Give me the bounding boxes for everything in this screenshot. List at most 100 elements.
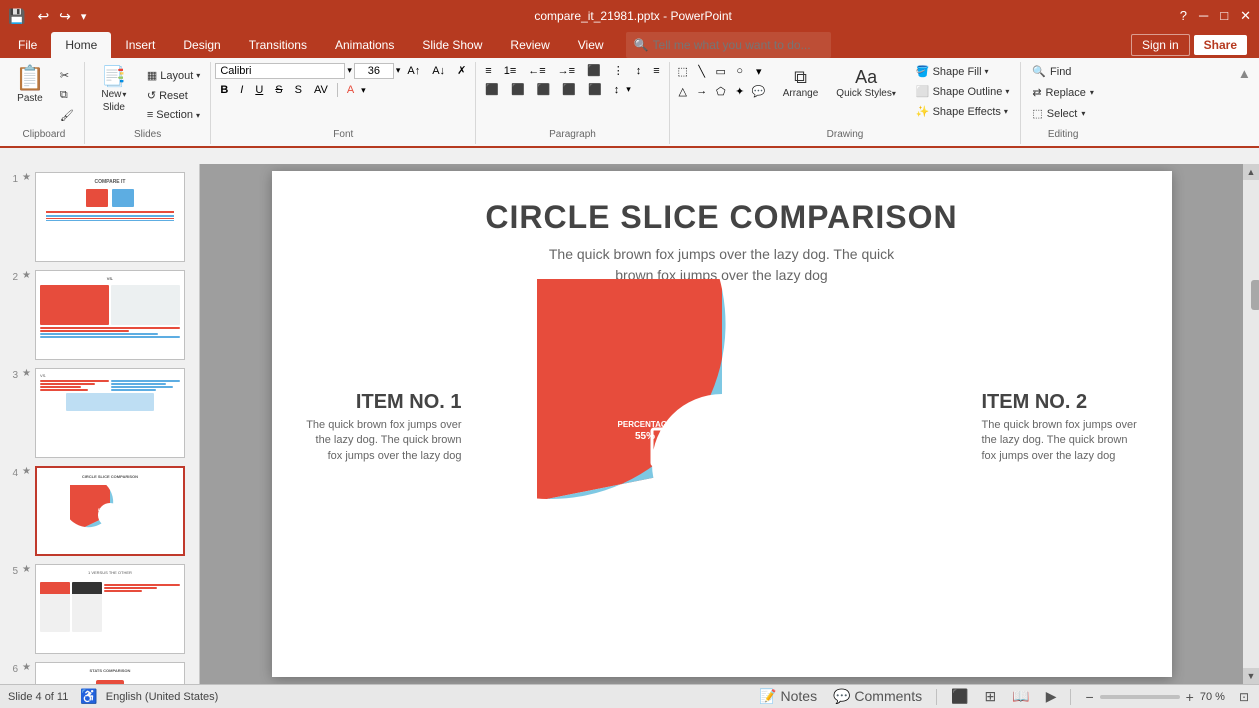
help-icon[interactable]: ? [1180,8,1187,24]
minimize-btn[interactable]: ─ [1199,8,1208,24]
slide-thumbnail-2[interactable]: 2 ★ VS. [4,270,195,360]
font-size-dropdown-icon[interactable]: ▾ [396,65,401,76]
font-name-dropdown-icon[interactable]: ▾ [347,65,352,76]
text-shadow-button[interactable]: S [290,82,307,98]
normal-view-button[interactable]: ⬛ [949,686,970,707]
tab-home[interactable]: Home [51,32,111,58]
shape-effects-button[interactable]: ✨ Shape Effects ▾ [909,102,1016,121]
text-direction-button[interactable]: ↕ [631,63,647,79]
font-size-input[interactable] [354,63,394,79]
bold-button[interactable]: B [215,82,233,98]
find-button[interactable]: 🔍 Find [1025,62,1101,81]
reading-view-button[interactable]: 📖 [1010,686,1031,707]
bullets-button[interactable]: ≡ [480,63,496,79]
smart-art-button[interactable]: ⬛ [582,62,606,79]
font-name-input[interactable] [215,63,345,79]
layout-button[interactable]: ▦ Layout ▾ [141,66,206,85]
vertical-scrollbar[interactable]: ▲ ▼ [1243,164,1259,684]
tab-insert[interactable]: Insert [111,32,169,58]
select-button[interactable]: ⬚ Select ▾ [1025,104,1101,123]
strikethrough-button[interactable]: S [270,82,287,98]
paste-button[interactable]: 📋 Paste [8,62,52,109]
share-button[interactable]: Share [1194,35,1247,55]
canvas-area[interactable]: CIRCLE SLICE COMPARISON The quick brown … [200,164,1243,684]
columns-button[interactable]: ⋮ [608,62,629,79]
line-spacing-button[interactable]: ↕ [609,82,625,98]
scroll-up-arrow[interactable]: ▲ [1243,164,1259,180]
tab-file[interactable]: File [4,32,51,58]
save-icon[interactable]: 💾 [8,8,25,25]
notes-button[interactable]: 📝 Notes [757,686,819,707]
zoom-in-button[interactable]: + [1184,687,1196,707]
clear-format-button[interactable]: ✗ [452,62,471,79]
new-slide-button[interactable]: 📑 New▾ Slide [89,62,139,118]
star-tool[interactable]: ✦ [731,82,749,100]
collapse-ribbon-button[interactable]: ▲ [1234,62,1255,85]
line-spacing-dropdown-icon[interactable]: ▾ [626,84,631,95]
slide-thumbnail-5[interactable]: 5 ★ 1 VERSUS THE OTHER [4,564,195,654]
align-right-button[interactable]: ⬛ [532,81,556,98]
copy-button[interactable]: ⧉ [54,86,80,105]
decrease-indent-button[interactable]: ←≡ [523,63,550,79]
reset-button[interactable]: ↺ Reset [141,86,206,105]
decrease-font-button[interactable]: A↓ [427,63,450,79]
tab-design[interactable]: Design [169,32,234,58]
slide-thumbnail-4[interactable]: 4 ★ CIRCLE SLICE COMPARISON [4,466,195,556]
redo-icon[interactable]: ↪ [59,8,71,25]
italic-button[interactable]: I [235,82,248,98]
zoom-slider[interactable] [1100,695,1180,699]
slide-panel[interactable]: 1 ★ COMPARE IT 2 ★ [0,164,200,684]
justify-button[interactable]: ⬛ [557,81,581,98]
format-painter-button[interactable]: 🖌 [54,106,80,125]
fit-to-window-button[interactable]: ⊡ [1237,688,1251,706]
underline-button[interactable]: U [250,82,268,98]
select-tool-button[interactable]: ⬚ [674,62,692,80]
shape-fill-button[interactable]: 🪣 Shape Fill ▾ [909,62,1016,81]
signin-button[interactable]: Sign in [1131,34,1190,56]
cut-button[interactable]: ✂ [54,66,80,85]
align-columns-button[interactable]: ⬛ [583,81,607,98]
paragraph-group: ≡ 1≡ ←≡ →≡ ⬛ ⋮ ↕ ≡ ⬛ ⬛ ⬛ ⬛ ⬛ ↕ ▾ Paragra… [476,62,669,144]
slide-thumbnail-1[interactable]: 1 ★ COMPARE IT [4,172,195,262]
comments-button[interactable]: 💬 Comments [831,686,924,707]
restore-btn[interactable]: □ [1220,8,1228,24]
slide-thumbnail-3[interactable]: 3 ★ VS. [4,368,195,458]
tab-animations[interactable]: Animations [321,32,408,58]
slide-thumbnail-6[interactable]: 6 ★ STATS COMPARISON [4,662,195,684]
align-center-button[interactable]: ⬛ [506,81,530,98]
increase-font-button[interactable]: A↑ [402,63,425,79]
rect-tool-button[interactable]: ▭ [712,62,730,80]
numbering-button[interactable]: 1≡ [499,63,522,79]
quick-styles-button[interactable]: Aa Quick Styles ▾ [829,62,903,104]
callout-tool[interactable]: 💬 [750,82,768,100]
font-color-button[interactable]: A [342,82,359,98]
undo-icon[interactable]: ↩ [37,8,49,25]
tab-transitions[interactable]: Transitions [235,32,321,58]
tab-view[interactable]: View [564,32,618,58]
ellipse-tool-button[interactable]: ○ [731,62,749,80]
triangle-tool[interactable]: △ [674,82,692,100]
tab-review[interactable]: Review [496,32,563,58]
tab-slideshow[interactable]: Slide Show [408,32,496,58]
arrange-button[interactable]: ⧉ Arrange [774,62,828,104]
increase-indent-button[interactable]: →≡ [553,63,580,79]
section-button[interactable]: ≡ Section ▾ [141,106,206,124]
char-spacing-button[interactable]: AV [309,82,333,98]
font-color-dropdown-icon[interactable]: ▾ [361,85,366,96]
accessibility-icon[interactable]: ♿ [80,688,97,705]
align-left-button[interactable]: ⬛ [480,81,504,98]
svg-text:15pt: 15pt [711,413,732,424]
shape-outline-button[interactable]: ⬜ Shape Outline ▾ [909,82,1016,101]
zoom-out-button[interactable]: − [1083,687,1095,707]
line-tool-button[interactable]: ╲ [693,62,711,80]
scroll-down-arrow[interactable]: ▼ [1243,668,1259,684]
slideshow-view-button[interactable]: ▶ [1044,686,1059,707]
replace-button[interactable]: ⇄ Replace ▾ [1025,83,1101,102]
pentagon-tool[interactable]: ⬠ [712,82,730,100]
close-btn[interactable]: ✕ [1240,8,1251,24]
slide-sorter-button[interactable]: ⊞ [983,686,999,707]
tell-me-input[interactable] [653,38,823,52]
arrow-tool[interactable]: → [693,82,711,100]
align-text-button[interactable]: ≡ [648,63,664,79]
more-shapes-button[interactable]: ▾ [750,62,768,80]
